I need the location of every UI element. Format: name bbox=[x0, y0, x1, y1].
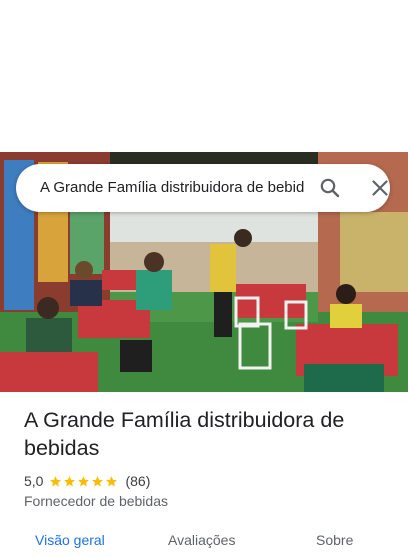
rating-row[interactable]: 5,0 (86) bbox=[24, 472, 150, 490]
star-icon bbox=[50, 475, 62, 486]
rating-stars bbox=[49, 475, 119, 488]
blank-top-area bbox=[0, 0, 408, 152]
review-count[interactable]: (86) bbox=[125, 473, 150, 489]
tab-reviews[interactable]: Avaliações bbox=[168, 532, 235, 548]
star-icon bbox=[106, 475, 118, 486]
place-title: A Grande Família distribuidora de bebida… bbox=[24, 408, 345, 460]
search-bar[interactable]: A Grande Família distribuidora de bebida… bbox=[16, 164, 390, 212]
search-input[interactable]: A Grande Família distribuidora de bebida… bbox=[40, 164, 304, 212]
search-icon[interactable] bbox=[318, 176, 342, 200]
star-icon bbox=[78, 475, 90, 486]
rating-value: 5,0 bbox=[24, 473, 44, 489]
star-icon bbox=[64, 475, 76, 486]
tab-overview[interactable]: Visão geral bbox=[35, 532, 105, 548]
close-icon[interactable] bbox=[368, 176, 392, 200]
tab-about[interactable]: Sobre bbox=[316, 532, 353, 548]
place-category: Fornecedor de bebidas bbox=[24, 493, 168, 509]
place-tabs: Visão geral Avaliações Sobre bbox=[0, 528, 408, 558]
star-icon bbox=[92, 475, 104, 486]
